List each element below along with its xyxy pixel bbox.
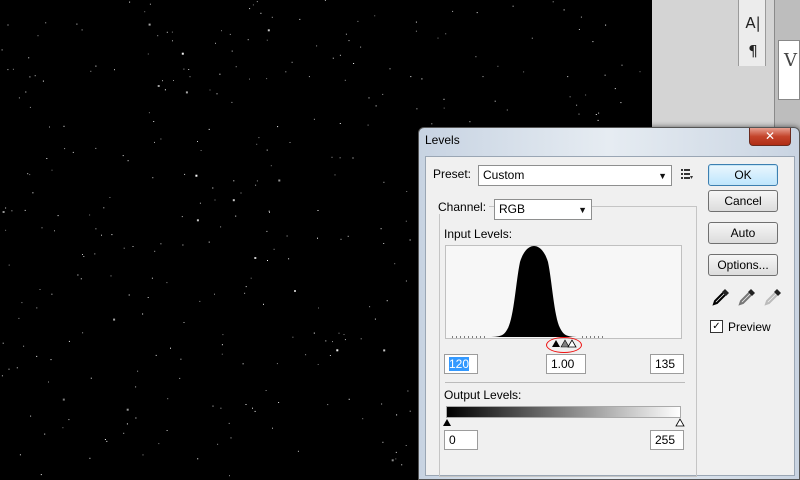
preview-label: Preview: [728, 320, 771, 334]
input-midtone-value: 1.00: [551, 357, 575, 371]
output-white-value: 255: [655, 433, 676, 447]
type-tool-icon[interactable]: A|: [745, 14, 761, 32]
black-point-eyedropper-icon[interactable]: [711, 287, 731, 307]
separator: [445, 382, 685, 383]
channel-value: RGB: [499, 202, 526, 216]
preset-label: Preset:: [433, 167, 472, 181]
tool-strip: A| ¶: [738, 0, 766, 66]
annotation-circle: [546, 337, 582, 353]
black-output-slider[interactable]: [443, 419, 451, 426]
histogram-graph: [452, 246, 606, 338]
levels-dialog: Levels ✕ Preset: Custom ▼ Channel: RGB ▼…: [418, 127, 800, 480]
output-levels-label: Output Levels:: [444, 388, 522, 402]
input-black-field[interactable]: 120: [444, 354, 478, 374]
white-point-eyedropper-icon[interactable]: [763, 287, 783, 307]
input-levels-label: Input Levels:: [444, 227, 513, 241]
close-button[interactable]: ✕: [749, 128, 791, 146]
input-white-value: 135: [655, 357, 676, 371]
white-output-slider[interactable]: [675, 418, 685, 427]
output-white-field[interactable]: 255: [650, 430, 684, 450]
preset-dropdown[interactable]: Custom ▼: [478, 165, 672, 186]
input-white-field[interactable]: 135: [650, 354, 684, 374]
dialog-body: Preset: Custom ▼ Channel: RGB ▼ Input Le…: [425, 156, 795, 477]
input-midtone-field[interactable]: 1.00: [546, 354, 586, 374]
output-sliders[interactable]: [442, 418, 687, 427]
document-letter: V: [784, 50, 797, 71]
cancel-button[interactable]: Cancel: [708, 190, 778, 212]
input-black-value: 120: [449, 357, 470, 371]
output-gradient: [446, 406, 681, 418]
list-menu-icon[interactable]: [681, 169, 693, 179]
gray-point-eyedropper-icon[interactable]: [737, 287, 757, 307]
ok-button[interactable]: OK: [708, 164, 778, 186]
auto-button[interactable]: Auto: [708, 222, 778, 244]
chevron-down-icon: ▼: [658, 171, 667, 181]
histogram: [445, 245, 682, 339]
chevron-down-icon: ▼: [578, 205, 587, 215]
output-black-field[interactable]: 0: [444, 430, 478, 450]
options-button[interactable]: Options...: [708, 254, 778, 276]
preset-value: Custom: [483, 168, 525, 182]
output-black-value: 0: [449, 433, 456, 447]
channel-label: Channel:: [435, 200, 490, 214]
preview-checkbox[interactable]: ✓: [710, 320, 723, 333]
paragraph-icon[interactable]: ¶: [745, 42, 761, 60]
dialog-title: Levels: [425, 133, 460, 147]
channel-dropdown[interactable]: RGB ▼: [494, 199, 592, 220]
